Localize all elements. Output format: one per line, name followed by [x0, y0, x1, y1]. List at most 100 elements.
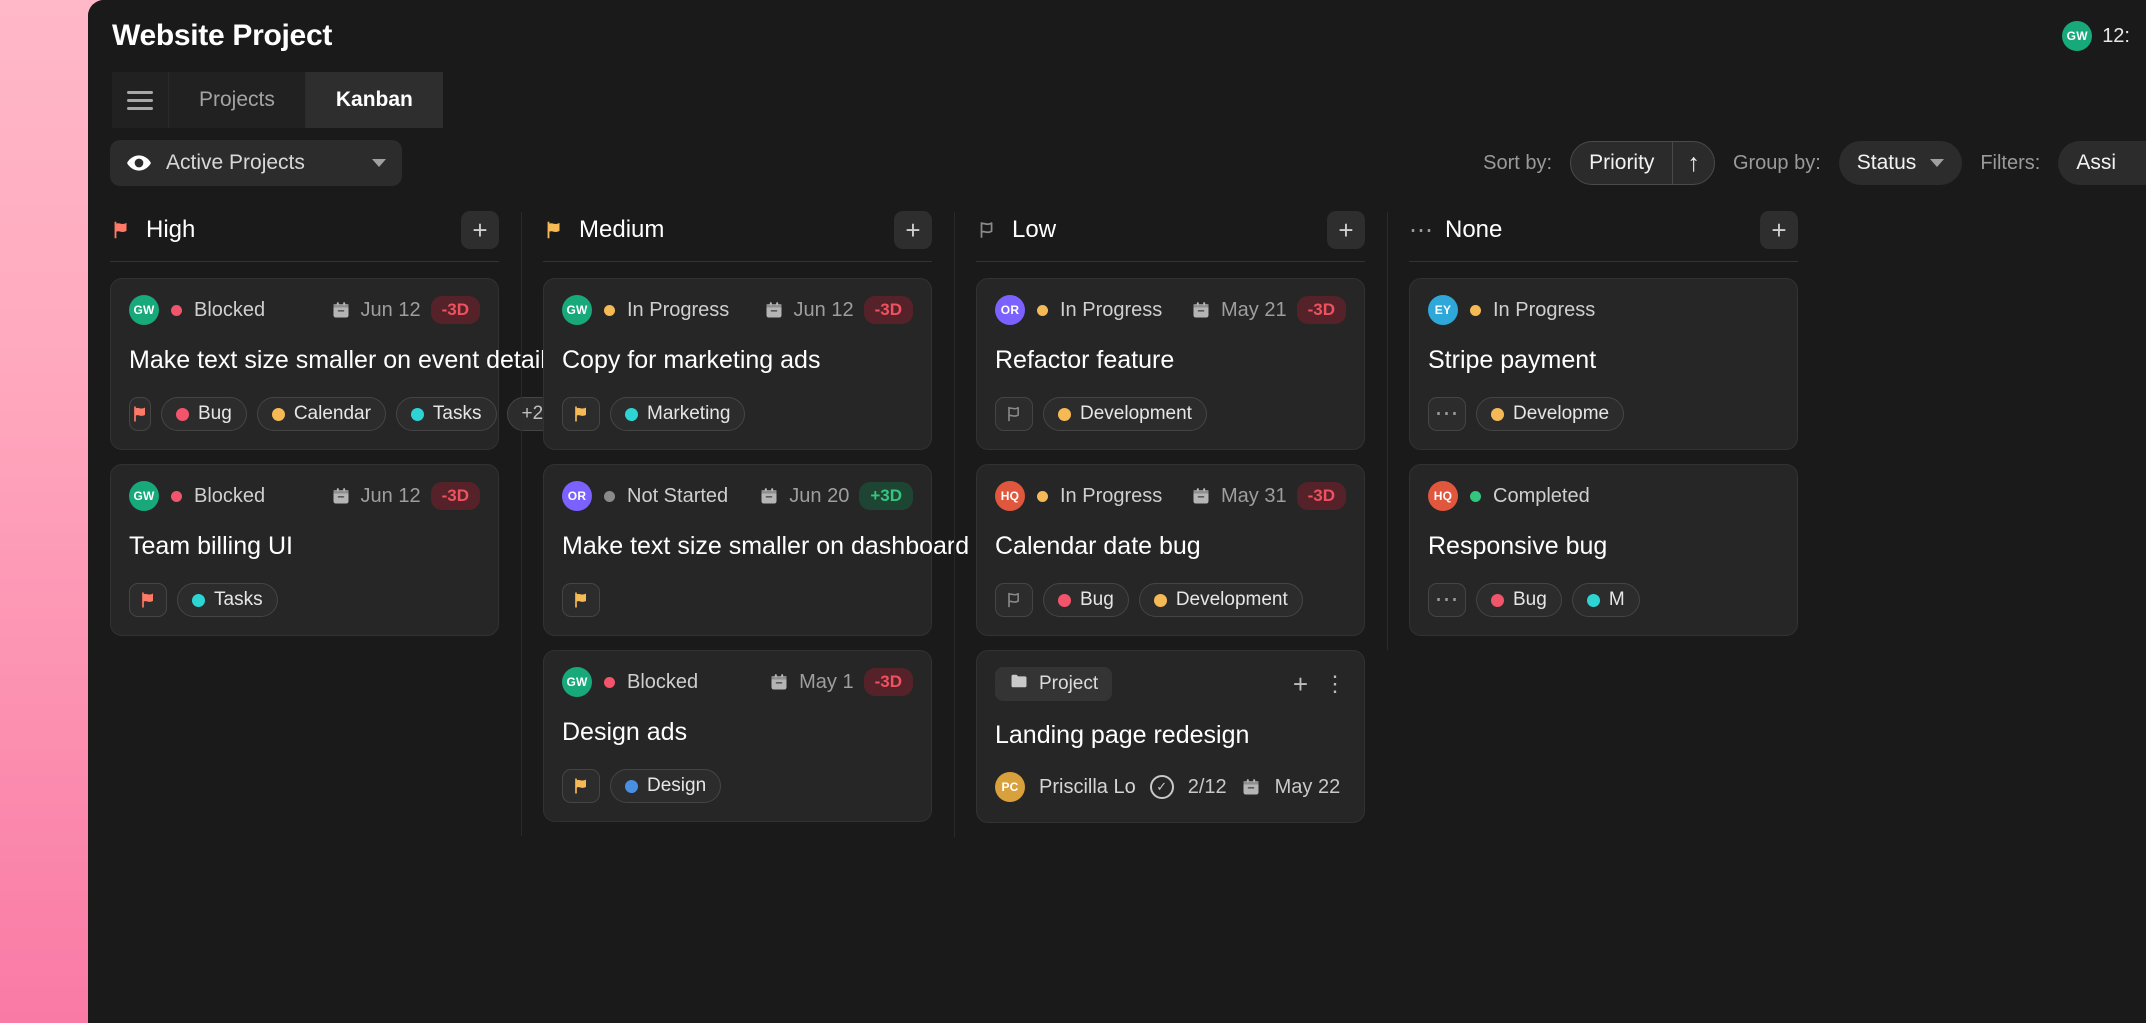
- project-card-actions: + ⋮: [1293, 671, 1346, 697]
- tab-kanban[interactable]: Kanban: [304, 72, 443, 128]
- tag-priority-flag[interactable]: [995, 583, 1033, 617]
- tag-chip[interactable]: Bug: [1476, 583, 1562, 617]
- tag-color-dot: [1586, 593, 1600, 607]
- calendar-icon: [764, 300, 784, 320]
- card-header: EY In Progress: [1428, 295, 1779, 325]
- project-type-chip: Project: [995, 667, 1113, 701]
- kanban-card[interactable]: HQ Completed Responsive bug ⋯ Bug M: [1409, 464, 1798, 636]
- kanban-board: High + GW Blocked Jun 12 -3D Make text size sm…: [88, 198, 2146, 1023]
- vertical-dots-icon[interactable]: ⋮: [1324, 673, 1346, 695]
- tag-priority-flag[interactable]: [562, 397, 600, 431]
- kanban-card[interactable]: OR In Progress May 21 -3D Refactor feature De…: [976, 278, 1365, 450]
- avatar[interactable]: EY: [1428, 295, 1458, 325]
- tag-chip[interactable]: Tasks: [177, 583, 278, 617]
- tag-label: Marketing: [647, 403, 731, 424]
- avatar[interactable]: GW: [562, 295, 592, 325]
- group-by-value: Status: [1856, 151, 1917, 174]
- add-card-button[interactable]: +: [894, 210, 932, 249]
- tag-priority-none[interactable]: ⋯: [1428, 397, 1466, 431]
- sort-control[interactable]: Priority ↑: [1570, 141, 1715, 185]
- tag-priority-flag[interactable]: [562, 583, 600, 617]
- tag-chip[interactable]: Developme: [1476, 397, 1625, 431]
- tag-color-dot: [1058, 593, 1071, 607]
- status-label: In Progress: [1060, 298, 1163, 321]
- sort-direction-button[interactable]: ↑: [1673, 142, 1714, 184]
- status-dot: [1470, 304, 1481, 316]
- calendar-icon: [331, 300, 351, 320]
- add-card-button[interactable]: +: [1327, 210, 1365, 249]
- status-dot: [604, 490, 615, 502]
- status-label: In Progress: [627, 298, 730, 321]
- kanban-column: Low + OR In Progress May 21 -3D Refactor featu…: [954, 198, 1387, 837]
- kanban-card[interactable]: OR Not Started Jun 20 +3D Make text size sma…: [543, 464, 969, 636]
- plus-icon[interactable]: +: [1293, 671, 1308, 697]
- card-header: HQ In Progress May 31 -3D: [995, 481, 1346, 511]
- card-meta: May 31 -3D: [1191, 482, 1346, 510]
- tag-chip[interactable]: Development: [1043, 397, 1207, 431]
- tag-label: M: [1608, 589, 1625, 610]
- calendar-icon: [1191, 300, 1211, 320]
- tag-chip[interactable]: M: [1571, 583, 1640, 617]
- due-delta-badge: -3D: [863, 668, 913, 696]
- dots-icon: ⋯: [1409, 216, 1434, 244]
- card-header: OR In Progress May 21 -3D: [995, 295, 1346, 325]
- project-card[interactable]: Project + ⋮ Landing page redesign PC Priscill…: [976, 650, 1365, 823]
- card-header: GW Blocked Jun 12 -3D: [129, 481, 480, 511]
- group-by-select[interactable]: Status: [1838, 141, 1963, 185]
- folder-icon: [1009, 671, 1029, 697]
- kanban-card[interactable]: HQ In Progress May 31 -3D Calendar date bug B…: [976, 464, 1365, 636]
- card-title: Team billing UI: [129, 532, 293, 560]
- avatar[interactable]: OR: [562, 481, 592, 511]
- tag-label: Developme: [1513, 403, 1610, 424]
- tag-chip[interactable]: Tasks: [395, 397, 497, 431]
- avatar[interactable]: OR: [995, 295, 1025, 325]
- project-owner-name: Priscilla Lo: [1039, 775, 1136, 798]
- kanban-card[interactable]: GW Blocked May 1 -3D Design ads Design: [543, 650, 932, 822]
- tag-chip[interactable]: Development: [1138, 583, 1303, 617]
- tag-chip[interactable]: Bug: [1043, 583, 1129, 617]
- avatar[interactable]: GW: [562, 667, 592, 697]
- avatar[interactable]: GW: [129, 481, 159, 511]
- calendar-icon: [1241, 777, 1261, 797]
- tag-priority-flag[interactable]: [129, 397, 151, 431]
- kanban-card[interactable]: GW Blocked Jun 12 -3D Team billing UI Tasks: [110, 464, 499, 636]
- status-label: Blocked: [627, 670, 699, 693]
- tag-priority-flag[interactable]: [995, 397, 1033, 431]
- card-header: OR Not Started Jun 20 +3D: [562, 481, 913, 511]
- project-type-label: Project: [1039, 673, 1099, 694]
- avatar[interactable]: GW: [2062, 21, 2093, 51]
- tag-priority-none[interactable]: ⋯: [1428, 583, 1466, 617]
- card-meta: May 1 -3D: [769, 668, 913, 696]
- avatar[interactable]: HQ: [1428, 481, 1458, 511]
- avatar[interactable]: PC: [995, 772, 1025, 802]
- add-card-button[interactable]: +: [1760, 210, 1798, 249]
- column-header: High +: [110, 198, 499, 262]
- card-title: Calendar date bug: [995, 532, 1201, 560]
- hamburger-icon[interactable]: [112, 72, 168, 128]
- tag-color-dot: [410, 407, 424, 421]
- tab-projects[interactable]: Projects: [168, 72, 305, 128]
- filters-select[interactable]: Assi: [2058, 141, 2146, 185]
- tag-chip[interactable]: Bug: [161, 397, 247, 431]
- avatar[interactable]: GW: [129, 295, 159, 325]
- sort-value[interactable]: Priority: [1571, 142, 1672, 184]
- tag-chip[interactable]: Marketing: [610, 397, 746, 431]
- project-filter-label: Active Projects: [166, 151, 305, 174]
- status-label: In Progress: [1493, 298, 1596, 321]
- page-title: Website Project: [112, 19, 333, 52]
- card-tags: Bug Development: [995, 583, 1346, 617]
- tag-label: Calendar: [293, 403, 371, 424]
- kanban-card[interactable]: EY In Progress Stripe payment ⋯ Developme: [1409, 278, 1798, 450]
- add-card-button[interactable]: +: [461, 210, 499, 249]
- tag-priority-flag[interactable]: [129, 583, 167, 617]
- project-filter-select[interactable]: Active Projects: [110, 140, 402, 186]
- due-delta-badge: -3D: [1296, 482, 1346, 510]
- kanban-card[interactable]: GW Blocked Jun 12 -3D Make text size smaller…: [110, 278, 558, 450]
- status-dot: [171, 490, 182, 502]
- tag-priority-flag[interactable]: [562, 769, 600, 803]
- tag-chip[interactable]: Calendar: [256, 397, 386, 431]
- kanban-card[interactable]: GW In Progress Jun 12 -3D Copy for marketing…: [543, 278, 932, 450]
- column-header: ⋯ None +: [1409, 198, 1798, 262]
- tag-chip[interactable]: Design: [610, 769, 722, 803]
- avatar[interactable]: HQ: [995, 481, 1025, 511]
